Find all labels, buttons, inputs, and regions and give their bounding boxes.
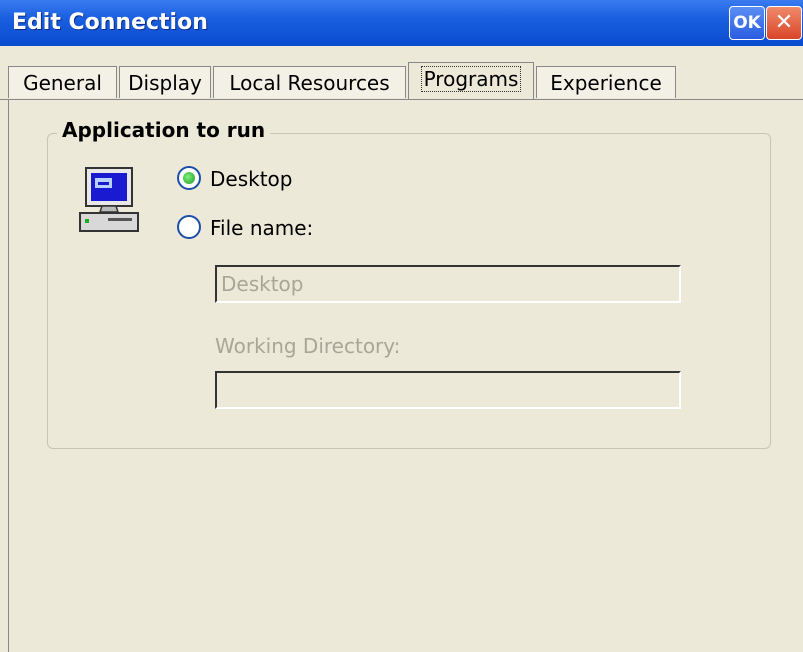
tab-experience[interactable]: Experience: [536, 66, 676, 98]
window-title: Edit Connection: [12, 10, 208, 35]
file-name-radio[interactable]: [177, 215, 201, 239]
tab-local-resources[interactable]: Local Resources: [213, 66, 406, 98]
file-name-input[interactable]: Desktop: [215, 265, 681, 303]
tab-general[interactable]: General: [8, 66, 117, 98]
tab-strip: General Display Local Resources Programs…: [0, 62, 803, 100]
title-bar: Edit Connection OK ✕: [0, 0, 803, 46]
desktop-radio-label[interactable]: Desktop: [210, 167, 292, 191]
tab-programs[interactable]: Programs: [408, 62, 534, 99]
panel-border: [8, 100, 9, 652]
tab-divider: [0, 99, 803, 100]
group-title: Application to run: [57, 118, 271, 142]
close-button[interactable]: ✕: [766, 6, 802, 40]
file-name-radio-label[interactable]: File name:: [210, 216, 313, 240]
working-directory-label: Working Directory:: [215, 334, 401, 358]
desktop-radio[interactable]: [177, 166, 201, 190]
tab-display[interactable]: Display: [119, 66, 211, 98]
computer-icon: [79, 167, 139, 232]
close-icon: ✕: [774, 10, 794, 35]
working-directory-input[interactable]: [215, 371, 681, 409]
ok-button[interactable]: OK: [729, 6, 765, 40]
